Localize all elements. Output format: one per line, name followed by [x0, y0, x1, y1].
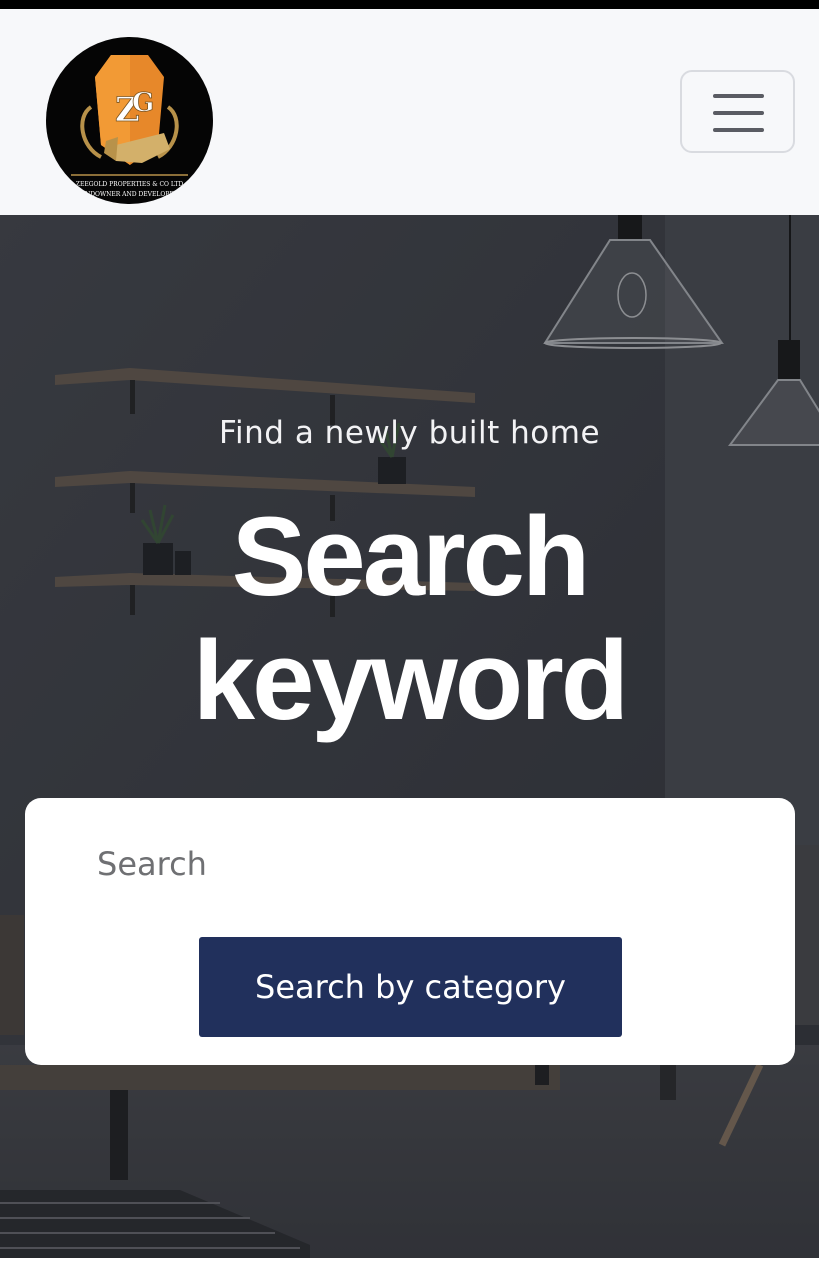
bottom-strip	[0, 1258, 819, 1280]
hero-title: Search keyword	[0, 495, 819, 743]
hero-title-line2: keyword	[192, 618, 629, 743]
hero-title-line1: Search	[231, 494, 591, 619]
hero-subtitle: Find a newly built home	[218, 415, 601, 451]
menu-toggle-button[interactable]	[680, 70, 795, 153]
company-logo[interactable]: Z G ZEEGOLD PROPERTIES & CO LTD LANDOWNE…	[46, 37, 213, 204]
search-by-category-button[interactable]: Search by category	[199, 937, 622, 1037]
logo-company-tagline: LANDOWNER AND DEVELOPERS	[77, 191, 183, 198]
logo-company-name: ZEEGOLD PROPERTIES & CO LTD	[76, 181, 184, 188]
svg-text:G: G	[132, 88, 154, 118]
hamburger-icon-middle-bar	[713, 111, 764, 115]
navbar: Z G ZEEGOLD PROPERTIES & CO LTD LANDOWNE…	[0, 9, 819, 215]
search-input[interactable]	[97, 833, 717, 895]
hamburger-icon-bottom-bar	[713, 128, 764, 132]
search-card: Search by category	[25, 798, 795, 1065]
hero-section: Find a newly built home Search keyword S…	[0, 215, 819, 1258]
hamburger-icon	[713, 94, 764, 98]
top-status-strip	[0, 0, 819, 9]
zg-emblem-icon: Z G ZEEGOLD PROPERTIES & CO LTD LANDOWNE…	[71, 55, 188, 198]
